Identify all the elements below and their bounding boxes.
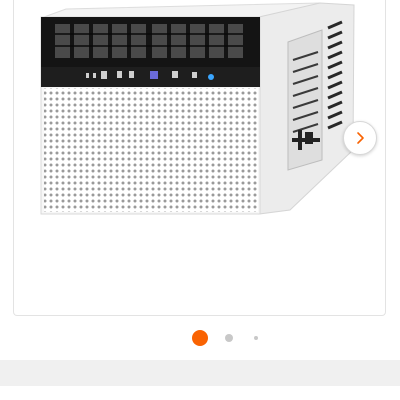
next-image-button[interactable] (343, 121, 377, 155)
product-image (40, 2, 355, 215)
carousel-dot[interactable] (254, 336, 258, 340)
carousel-dot[interactable] (225, 334, 233, 342)
chevron-right-icon (357, 132, 364, 144)
carousel-pagination (0, 329, 400, 347)
section-divider (0, 360, 400, 386)
carousel-dot-active[interactable] (192, 330, 208, 346)
